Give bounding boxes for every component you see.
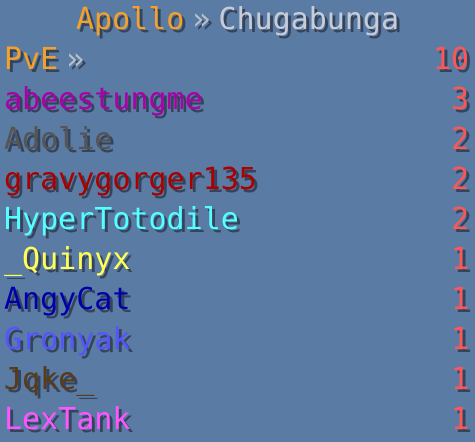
player-row: AngyCat 1 [0,280,475,320]
player-row: _Quinyx 1 [0,240,475,280]
player-row: Adolie 2 [0,120,475,160]
objective-label: PvE [4,42,59,77]
player-name: abeestungme [4,82,203,117]
player-row: abeestungme 3 [0,80,475,120]
title-separator: » [192,2,211,37]
title-player: Chugabunga [218,2,400,37]
scoreboard-title: Apollo» Chugabunga [0,0,475,40]
player-name: Gronyak [4,322,131,357]
objective-score: 10 [432,42,469,77]
player-score: 2 [450,162,469,197]
player-name: AngyCat [4,282,131,317]
player-score: 1 [450,282,469,317]
player-name: _Quinyx [4,242,131,277]
player-score: 1 [450,402,469,437]
player-score: 1 [450,242,469,277]
player-name: Jqke_ [4,362,95,397]
player-row: Gronyak 1 [0,320,475,360]
player-name: Adolie [4,122,113,157]
scoreboard: Apollo» Chugabunga PvE» 10 abeestungme 3 … [0,0,475,442]
player-score: 1 [450,362,469,397]
objective-separator: » [66,42,85,77]
player-row: HyperTotodile 2 [0,200,475,240]
player-score: 2 [450,122,469,157]
title-team: Apollo [75,2,185,37]
player-name: HyperTotodile [4,202,239,237]
player-score: 2 [450,202,469,237]
player-name: gravygorger135 [4,162,257,197]
player-score: 1 [450,322,469,357]
player-name: LexTank [4,402,131,437]
player-row: Jqke_ 1 [0,360,475,400]
player-score: 3 [450,82,469,117]
player-row: gravygorger135 2 [0,160,475,200]
player-row: LexTank 1 [0,400,475,440]
objective-row: PvE» 10 [0,40,475,80]
